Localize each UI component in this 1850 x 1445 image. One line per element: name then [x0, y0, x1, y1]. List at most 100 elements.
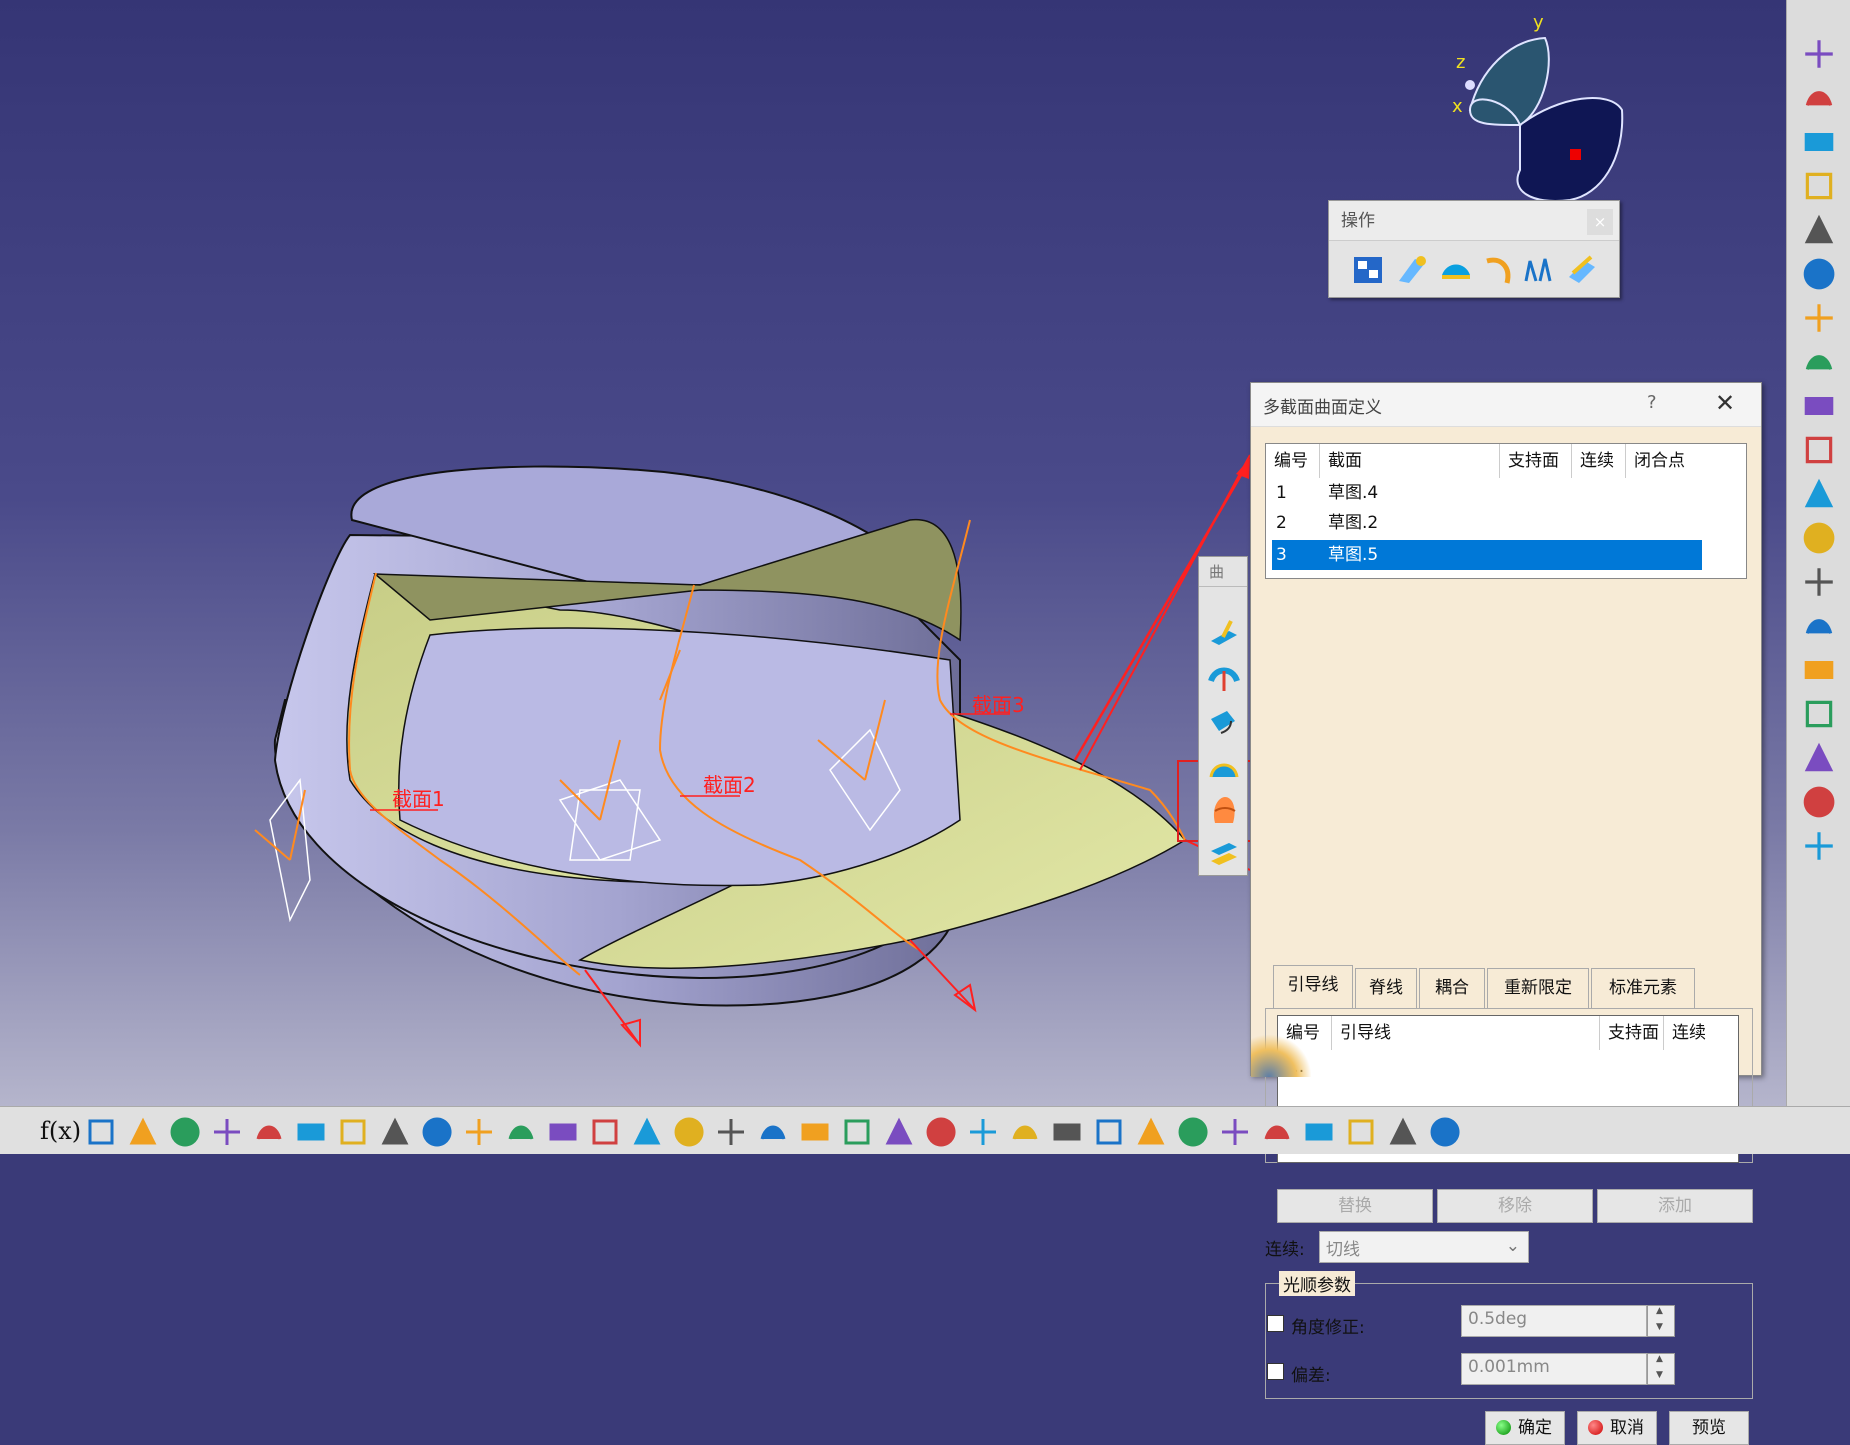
deviation-input[interactable]: 0.001mm [1461, 1353, 1647, 1385]
close-icon[interactable]: × [1587, 209, 1613, 235]
iso-view-icon[interactable] [672, 1115, 706, 1149]
rotate-icon[interactable] [462, 1115, 496, 1149]
sweep-surface-icon[interactable] [1801, 520, 1837, 556]
add-button[interactable]: 添加 [1597, 1189, 1753, 1223]
tolerance-icon[interactable] [1302, 1115, 1336, 1149]
catalog-icon[interactable] [252, 1115, 286, 1149]
comment-icon[interactable] [84, 1115, 118, 1149]
plane-icon[interactable] [1801, 432, 1837, 468]
tree-compact-icon[interactable] [1344, 1115, 1378, 1149]
tab-spine[interactable]: 脊线 [1355, 968, 1417, 1008]
grid-icon[interactable] [1092, 1115, 1126, 1149]
tree-icon[interactable] [210, 1115, 244, 1149]
apply-material-icon[interactable] [1801, 828, 1837, 864]
deviation-spinner[interactable] [1647, 1353, 1675, 1385]
circle-icon[interactable] [1801, 608, 1837, 644]
sections-table[interactable]: 编号 截面 支持面 连续 闭合点 1 草图.4 2 草图.2 3 草图.5 [1265, 443, 1747, 579]
hand-icon[interactable] [1008, 1115, 1042, 1149]
multi-section-surface-dialog[interactable]: 多截面曲面定义 ? ✕ 编号 截面 支持面 连续 闭合点 1 草图.4 2 草图… [1250, 382, 1762, 1445]
box-icon[interactable] [1218, 1115, 1252, 1149]
sweep-icon[interactable] [1207, 705, 1241, 739]
heal-icon[interactable] [1395, 253, 1429, 287]
sketch-icon[interactable] [1801, 300, 1837, 336]
remove-button[interactable]: 移除 [1437, 1189, 1593, 1223]
angle-input[interactable]: 0.5deg [1461, 1305, 1647, 1337]
dialog-close-button[interactable]: ✕ [1715, 389, 1735, 417]
tab-canonical-elements[interactable]: 标准元素 [1591, 968, 1695, 1008]
section-row-3[interactable]: 3 草图.5 [1272, 540, 1702, 570]
section-row-1[interactable]: 1 草图.4 [1272, 478, 1702, 508]
tab-guides[interactable]: 引导线 [1273, 965, 1353, 1009]
snap-point-icon[interactable] [1801, 256, 1837, 292]
tab-relimitation[interactable]: 重新限定 [1487, 968, 1589, 1008]
zoom-out-icon[interactable] [546, 1115, 580, 1149]
extrude-icon[interactable] [1207, 617, 1241, 651]
wireframe-icon[interactable] [1176, 1115, 1210, 1149]
line-icon[interactable] [1801, 388, 1837, 424]
shading-icon[interactable] [714, 1115, 748, 1149]
inertia-icon[interactable] [882, 1115, 916, 1149]
tab-coupling[interactable]: 耦合 [1419, 968, 1485, 1008]
ok-button[interactable]: 确定 [1485, 1411, 1565, 1445]
compass[interactable]: y z x [1452, 12, 1624, 202]
blend-icon[interactable] [1207, 837, 1241, 871]
guides-header-continuity[interactable]: 连续 [1664, 1016, 1738, 1050]
fly-icon[interactable] [336, 1115, 370, 1149]
dialog-titlebar[interactable]: 多截面曲面定义 ? ✕ [1251, 383, 1761, 427]
replace-button[interactable]: 替换 [1277, 1189, 1433, 1223]
spline-icon[interactable] [1801, 652, 1837, 688]
fill-surface-icon[interactable] [1801, 564, 1837, 600]
bottom-toolbar[interactable]: f(x) [0, 1106, 1850, 1154]
cancel-button[interactable]: 取消 [1577, 1411, 1657, 1445]
untrim-icon[interactable] [1439, 253, 1473, 287]
continuity-select[interactable]: 切线 ⌄ [1319, 1231, 1529, 1263]
part-icon[interactable] [1428, 1115, 1462, 1149]
doc-icon[interactable] [1801, 124, 1837, 160]
select-arrow-icon[interactable] [1801, 212, 1837, 248]
join-icon[interactable] [1351, 253, 1385, 287]
multi-section-surface-icon[interactable] [1207, 793, 1241, 827]
header-closing-point[interactable]: 闭合点 [1626, 444, 1746, 478]
split-icon[interactable] [1521, 253, 1555, 287]
guides-header-guide[interactable]: 引导线 [1332, 1016, 1600, 1050]
formula-button[interactable]: f(x) [40, 1117, 81, 1145]
annotation-icon[interactable] [1386, 1115, 1420, 1149]
header-no[interactable]: 编号 [1266, 444, 1320, 478]
surface-analysis-icon[interactable] [966, 1115, 1000, 1149]
multi-view-icon[interactable] [630, 1115, 664, 1149]
header-continuity[interactable]: 连续 [1572, 444, 1626, 478]
extrude-surface-icon[interactable] [1801, 476, 1837, 512]
macro-icon[interactable] [294, 1115, 328, 1149]
section-row-2[interactable]: 2 草图.2 [1272, 508, 1702, 538]
deviation-checkbox[interactable] [1267, 1363, 1284, 1380]
extract-icon[interactable] [1565, 253, 1599, 287]
surfaces-toolbar[interactable]: 曲 [1198, 556, 1248, 876]
snap-icon[interactable] [1134, 1115, 1168, 1149]
right-toolbar[interactable] [1786, 0, 1850, 1106]
axis-icon[interactable] [1050, 1115, 1084, 1149]
header-support[interactable]: 支持面 [1500, 444, 1572, 478]
hide-show-icon[interactable] [756, 1115, 790, 1149]
measure-icon[interactable] [840, 1115, 874, 1149]
pan-icon[interactable] [420, 1115, 454, 1149]
preview-button[interactable]: 预览 [1669, 1411, 1749, 1445]
fill-icon[interactable] [1207, 749, 1241, 783]
doc-icon[interactable] [1801, 168, 1837, 204]
revolve-icon[interactable] [1207, 661, 1241, 695]
point-icon[interactable] [1801, 344, 1837, 380]
table-icon[interactable] [168, 1115, 202, 1149]
doc-icon[interactable] [1801, 80, 1837, 116]
render-icon[interactable] [1801, 740, 1837, 776]
doc-icon[interactable] [1801, 36, 1837, 72]
normal-view-icon[interactable] [588, 1115, 622, 1149]
angle-correction-checkbox[interactable] [1267, 1315, 1284, 1332]
zoom-in-icon[interactable] [504, 1115, 538, 1149]
material-icon[interactable] [1801, 784, 1837, 820]
header-section[interactable]: 截面 [1320, 444, 1500, 478]
capture-icon[interactable] [924, 1115, 958, 1149]
operations-toolbar[interactable]: 操作 × [1328, 200, 1620, 298]
disassemble-icon[interactable] [1481, 253, 1515, 287]
swap-icon[interactable] [798, 1115, 832, 1149]
dimension-icon[interactable] [1260, 1115, 1294, 1149]
help-button[interactable]: ? [1647, 392, 1657, 413]
